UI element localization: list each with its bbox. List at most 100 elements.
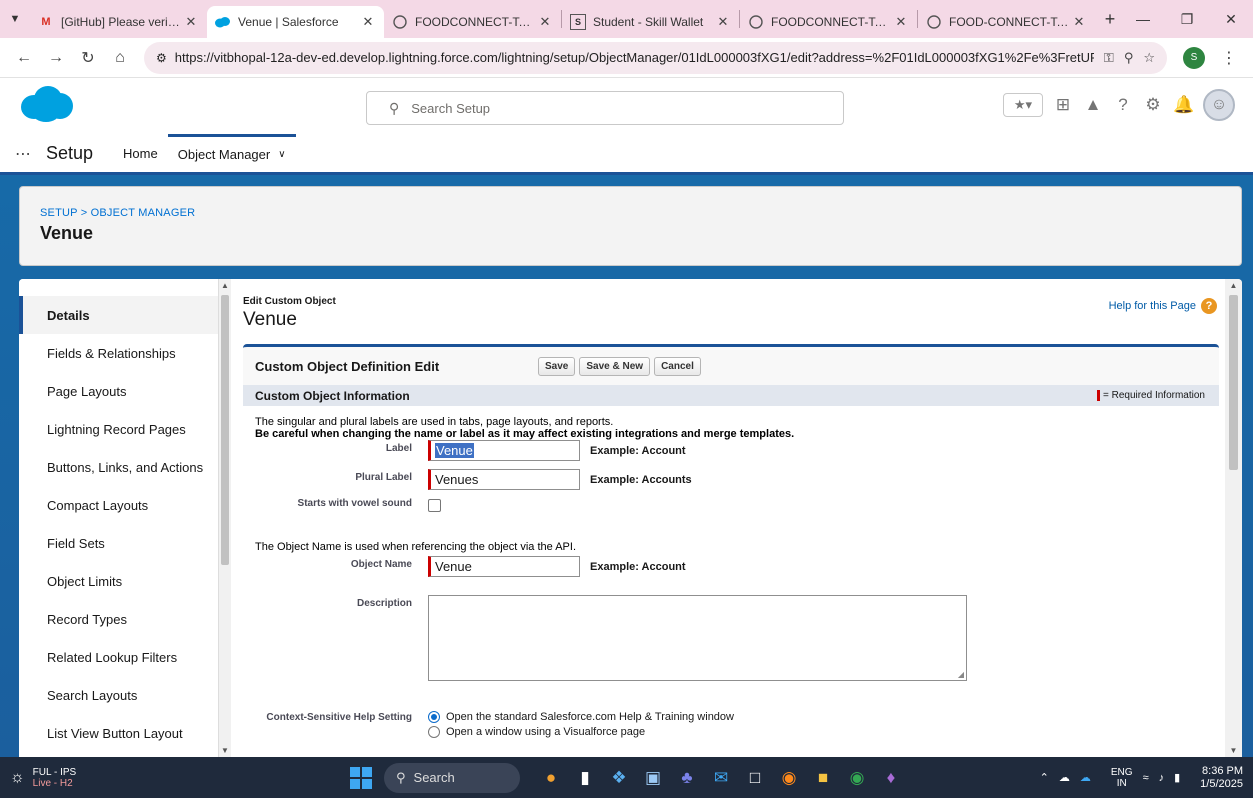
browser-tab-gmail[interactable]: M [GitHub] Please verify your ✕ (30, 6, 207, 38)
sidebar-item-compact-layouts[interactable]: Compact Layouts (19, 486, 218, 524)
copilot-icon[interactable]: ❖ (602, 763, 636, 793)
taskbar-search[interactable]: ⚲ Search (384, 762, 520, 793)
sidebar-item-field-sets[interactable]: Field Sets (19, 524, 218, 562)
help-for-page-link[interactable]: Help for this Page ? (1109, 298, 1217, 314)
sidebar-item-search-layouts[interactable]: Search Layouts (19, 676, 218, 714)
tab-search-icon[interactable]: ▼ (0, 0, 30, 38)
object-name-input[interactable]: Venue (428, 556, 580, 577)
vowel-sound-checkbox[interactable] (428, 499, 441, 512)
salesforce-logo[interactable] (20, 85, 74, 123)
widget-app-icon[interactable]: ● (534, 763, 568, 793)
setup-search-input[interactable]: ⚲ Search Setup (366, 91, 844, 125)
store-icon[interactable]: ▣ (636, 763, 670, 793)
onedrive-icon[interactable]: ☁ (1059, 771, 1070, 784)
plural-label-input[interactable]: Venues (428, 469, 580, 490)
close-tab-icon[interactable]: ✕ (183, 14, 199, 30)
setup-gear-icon[interactable]: ⚙ (1143, 95, 1163, 115)
scroll-thumb[interactable] (221, 295, 229, 565)
mail-icon[interactable]: ✉ (704, 763, 738, 793)
sidebar-item-list-view-button-layout[interactable]: List View Button Layout (19, 714, 218, 752)
close-tab-icon[interactable]: ✕ (1071, 14, 1087, 30)
labels-note: The singular and plural labels are used … (255, 416, 614, 428)
task-view-icon[interactable]: ▮ (568, 763, 602, 793)
browser-tab-github-1[interactable]: FOODCONNECT-To-Supply ✕ (384, 6, 561, 38)
browser-tab-github-2[interactable]: FOODCONNECT-To-Supply ✕ (740, 6, 917, 38)
nav-item-object-manager[interactable]: Object Manager ∨ (167, 134, 296, 172)
cancel-button[interactable]: Cancel (654, 356, 701, 376)
notifications-bell-icon[interactable]: 🔔 (1173, 95, 1194, 115)
close-window-icon[interactable]: ✕ (1209, 0, 1253, 38)
reload-icon[interactable]: ↻ (72, 42, 104, 74)
forward-icon[interactable]: → (40, 42, 72, 74)
label-input[interactable]: Venue (428, 440, 580, 461)
bookmark-star-icon[interactable]: ☆ (1143, 50, 1155, 66)
sidebar-item-lightning-record-pages[interactable]: Lightning Record Pages (19, 410, 218, 448)
zoom-icon[interactable]: ⚲ (1124, 50, 1134, 66)
file-explorer-icon[interactable]: ■ (806, 763, 840, 793)
scroll-thumb[interactable] (1229, 295, 1238, 470)
close-tab-icon[interactable]: ✕ (360, 14, 376, 30)
help-option-visualforce[interactable]: Open a window using a Visualforce page (428, 724, 734, 739)
minimize-icon[interactable]: — (1121, 0, 1165, 38)
sidebar-item-page-layouts[interactable]: Page Layouts (19, 372, 218, 410)
description-textarea[interactable]: ◢ (428, 595, 967, 681)
scroll-down-icon[interactable]: ▼ (1225, 746, 1242, 755)
favorites-icon[interactable]: ★▾ (1003, 93, 1043, 117)
scroll-down-icon[interactable]: ▼ (219, 746, 231, 755)
close-tab-icon[interactable]: ✕ (715, 14, 731, 30)
profile-avatar[interactable]: S (1183, 46, 1205, 69)
restore-icon[interactable]: ❐ (1165, 0, 1209, 38)
app-launcher-icon[interactable]: ⋯ (0, 135, 44, 172)
teams-notification-icon[interactable]: ♦ (874, 763, 908, 793)
close-tab-icon[interactable]: ✕ (537, 14, 553, 30)
resize-handle-icon[interactable]: ◢ (958, 670, 964, 679)
browser-menu-icon[interactable]: ⋮ (1213, 42, 1245, 74)
language-indicator[interactable]: ENG IN (1101, 767, 1133, 789)
global-actions-icon[interactable]: ⊞ (1053, 95, 1073, 115)
sidebar-item-related-lookup-filters[interactable]: Related Lookup Filters (19, 638, 218, 676)
site-info-icon[interactable]: ⚙ (156, 51, 167, 65)
nav-item-home[interactable]: Home (113, 135, 168, 172)
onedrive-blue-icon[interactable]: ☁ (1080, 771, 1091, 784)
help-icon[interactable]: ? (1113, 95, 1133, 115)
tray-overflow-icon[interactable]: ⌃ (1040, 771, 1049, 784)
firefox-icon[interactable]: ◉ (772, 763, 806, 793)
sidebar-item-fields-relationships[interactable]: Fields & Relationships (19, 334, 218, 372)
system-clock[interactable]: 8:36 PM 1/5/2025 (1190, 765, 1243, 791)
browser-tab-salesforce[interactable]: Venue | Salesforce ✕ (207, 6, 384, 38)
back-icon[interactable]: ← (8, 42, 40, 74)
wifi-icon[interactable]: ≈ (1143, 772, 1149, 784)
volume-icon[interactable]: ♪ (1159, 772, 1165, 784)
github-icon (748, 14, 764, 30)
home-icon[interactable]: ⌂ (104, 42, 136, 74)
radio-standard-help[interactable] (428, 710, 440, 723)
radio-visualforce-help[interactable] (428, 725, 440, 738)
notepad-icon[interactable]: □ (738, 763, 772, 793)
chrome-icon[interactable]: ◉ (840, 763, 874, 793)
sidebar-item-record-types[interactable]: Record Types (19, 600, 218, 638)
trailhead-icon[interactable]: ▲ (1083, 95, 1103, 115)
windows-start-icon[interactable] (350, 766, 372, 789)
teams-icon[interactable]: ♣ (670, 763, 704, 793)
breadcrumb[interactable]: SETUP > OBJECT MANAGER (40, 207, 1221, 219)
scroll-up-icon[interactable]: ▲ (1225, 281, 1242, 290)
password-key-icon[interactable]: ⚿ (1104, 50, 1114, 66)
close-tab-icon[interactable]: ✕ (893, 14, 909, 30)
user-avatar[interactable]: ☺ (1203, 89, 1235, 121)
browser-tab-github-3[interactable]: FOOD-CONNECT-To-Supp ✕ (918, 6, 1095, 38)
help-option-standard[interactable]: Open the standard Salesforce.com Help & … (428, 709, 734, 724)
battery-icon[interactable]: ▮ (1174, 771, 1180, 784)
url-bar[interactable]: ⚙ https://vitbhopal-12a-dev-ed.develop.l… (144, 41, 1167, 74)
scroll-up-icon[interactable]: ▲ (219, 281, 231, 290)
content-scrollbar[interactable]: ▲ ▼ (1225, 279, 1242, 757)
help-question-icon: ? (1201, 298, 1217, 314)
sidebar-item-buttons-links-and-actions[interactable]: Buttons, Links, and Actions (19, 448, 218, 486)
save-and-new-button[interactable]: Save & New (579, 356, 651, 376)
sidebar-scrollbar[interactable]: ▲ ▼ (219, 279, 231, 757)
browser-tab-skillwallet[interactable]: S Student - Skill Wallet ✕ (562, 6, 739, 38)
sidebar-item-details[interactable]: Details (19, 296, 218, 334)
weather-widget[interactable]: ☼ FUL - IPS Live - H2 (0, 767, 340, 789)
save-button[interactable]: Save (538, 356, 576, 376)
chevron-down-icon[interactable]: ∨ (278, 149, 285, 160)
sidebar-item-object-limits[interactable]: Object Limits (19, 562, 218, 600)
